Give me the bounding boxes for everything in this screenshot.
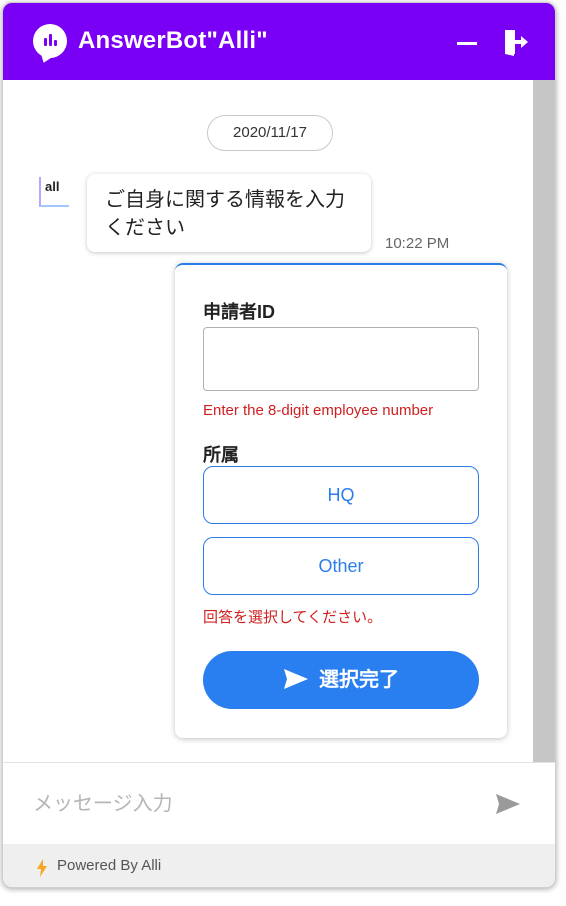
send-icon — [496, 794, 520, 814]
powered-by-footer: Powered By Alli — [3, 844, 555, 887]
bot-message-bubble: ご自身に関する情報を入力ください — [87, 174, 371, 252]
option-other-button[interactable]: Other — [203, 537, 479, 595]
applicant-id-error: Enter the 8-digit employee number — [203, 402, 434, 419]
chat-bubble-logo-icon — [33, 24, 67, 65]
scrollbar[interactable] — [533, 80, 555, 762]
message-timestamp: 10:22 PM — [385, 235, 450, 252]
message-area: 2020/11/17 all ご自身に関する情報を入力ください 10:22 PM… — [3, 80, 555, 762]
info-form-card: 申請者ID Enter the 8-digit employee number … — [175, 263, 507, 738]
send-arrow-icon — [284, 668, 308, 689]
submit-label: 選択完了 — [319, 669, 399, 691]
bot-avatar: all — [39, 177, 69, 207]
affiliation-error: 回答を選択してください。 — [203, 609, 383, 626]
chat-header: AnswerBot"Alli" — [3, 3, 555, 80]
lightning-bolt-icon — [37, 859, 47, 877]
applicant-id-input[interactable] — [203, 327, 479, 391]
message-composer — [3, 762, 555, 844]
affiliation-label: 所属 — [203, 445, 239, 465]
bot-message-text: ご自身に関する情報を入力ください — [105, 189, 345, 239]
minimize-button[interactable] — [455, 28, 479, 52]
date-divider: 2020/11/17 — [207, 115, 333, 151]
bot-avatar-text: all — [45, 179, 60, 194]
exit-button[interactable] — [501, 27, 529, 57]
submit-selection-button[interactable]: 選択完了 — [203, 651, 479, 709]
option-hq-button[interactable]: HQ — [203, 466, 479, 524]
chat-title: AnswerBot"Alli" — [78, 27, 268, 54]
powered-by-text: Powered By Alli — [57, 857, 162, 874]
exit-icon — [505, 30, 528, 56]
chat-widget: AnswerBot"Alli" 2020/11/17 all ご自身に関する情報… — [2, 2, 556, 888]
applicant-id-label: 申請者ID — [203, 302, 275, 322]
send-button[interactable] — [495, 793, 521, 815]
message-input[interactable] — [33, 787, 463, 821]
